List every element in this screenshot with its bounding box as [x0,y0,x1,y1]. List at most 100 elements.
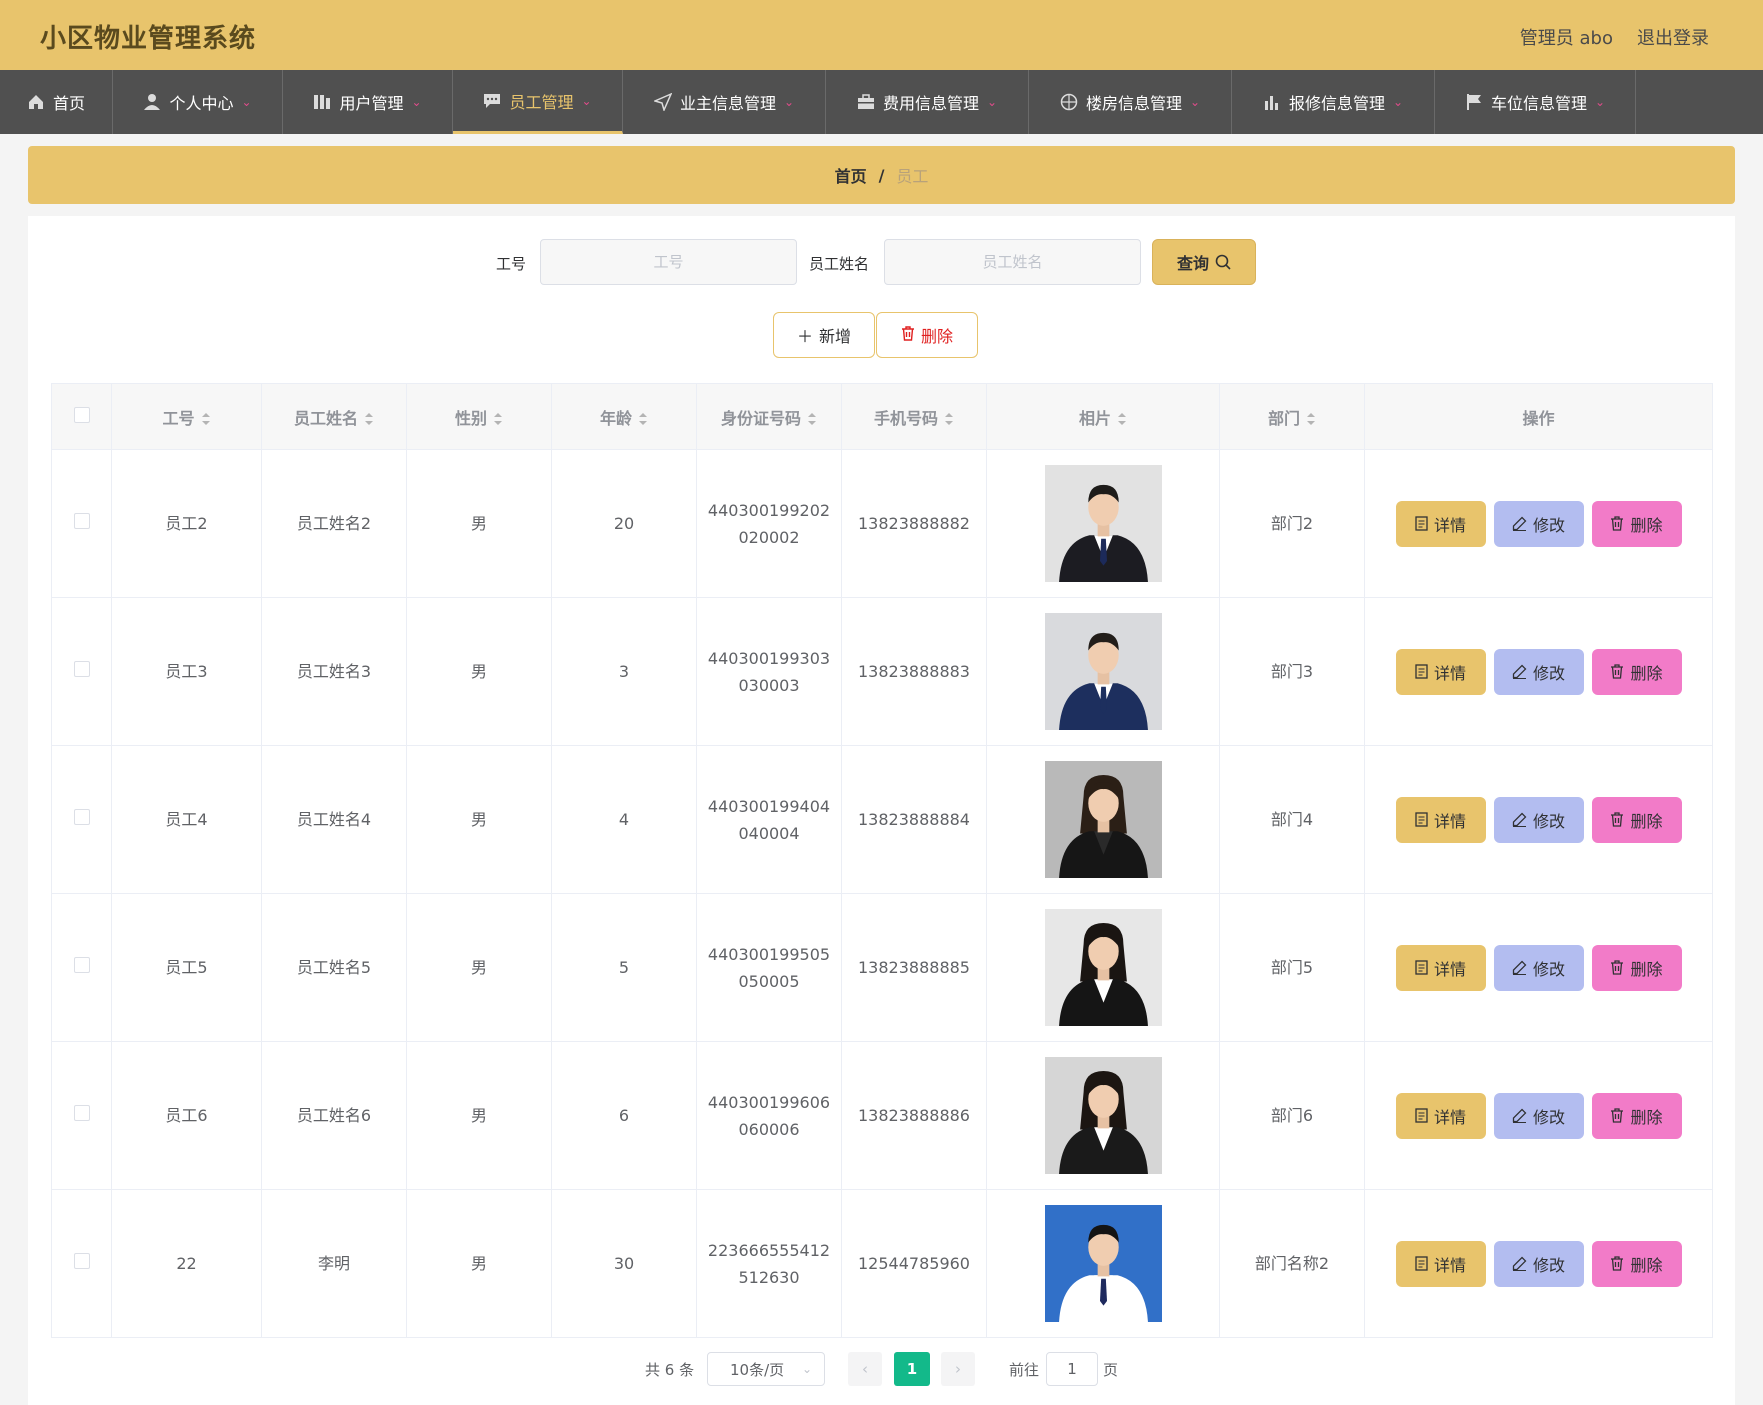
row-delete-button[interactable]: 删除 [1591,1240,1682,1287]
nav-repair-info[interactable]: 报修信息管理 ⌄ [1232,70,1435,134]
edit-button[interactable]: 修改 [1493,500,1584,547]
idcard-value: 440300199303030003 [707,648,831,695]
edit-button[interactable]: 修改 [1493,944,1584,991]
row-delete-button[interactable]: 删除 [1591,1092,1682,1139]
nav-home[interactable]: 首页 [0,70,113,134]
sort-icon[interactable] [1306,411,1316,427]
select-all-checkbox[interactable] [73,406,90,423]
edit-button[interactable]: 修改 [1493,648,1584,695]
nav-owner-info[interactable]: 业主信息管理 ⌄ [623,70,826,134]
row-checkbox[interactable] [73,661,90,677]
employee-name-label: 员工姓名 [809,255,870,273]
column-header[interactable]: 部门 [1219,383,1365,450]
column-header[interactable]: 手机号码 [841,383,987,450]
main-nav: 首页 个人中心 ⌄ 用户管理 ⌄ 员工管理 ⌄ 业主信息管理 ⌄ 费用信息管理 … [0,70,1763,134]
cell-actions: 详情 修改 删除 [1364,1189,1713,1338]
chevron-down-icon: ⌄ [1594,95,1606,109]
row-checkbox[interactable] [73,1253,90,1269]
edit-button[interactable]: 修改 [1493,796,1584,843]
sort-icon[interactable] [638,411,648,427]
nav-personal-center[interactable]: 个人中心 ⌄ [113,70,283,134]
detail-button[interactable]: 详情 [1395,944,1486,991]
batch-delete-button[interactable]: 删除 [876,312,978,358]
logout-link[interactable]: 退出登录 [1637,24,1709,50]
detail-button[interactable]: 详情 [1395,1240,1486,1287]
edit-button[interactable]: 修改 [1493,1092,1584,1139]
nav-user-management[interactable]: 用户管理 ⌄ [283,70,453,134]
detail-button[interactable]: 详情 [1395,500,1486,547]
chevron-down-icon: ⌄ [986,95,998,109]
row-checkbox[interactable] [73,513,90,529]
cell-age: 30 [551,1189,697,1338]
table-row: 员工3 员工姓名3 男 3 440300199303030003 1382388… [51,597,1713,746]
trash-icon [1611,516,1624,531]
cell-gender: 男 [406,1189,552,1338]
row-delete-button[interactable]: 删除 [1591,500,1682,547]
cell-department: 部门4 [1219,745,1365,894]
edit-button-label: 修改 [1532,1255,1565,1275]
cell-employee-name: 员工姓名5 [261,893,407,1042]
breadcrumb-home[interactable]: 首页 [835,163,867,187]
row-checkbox[interactable] [73,1105,90,1121]
employee-photo[interactable] [1044,613,1162,730]
cell-photo [986,597,1220,746]
cell-photo [986,893,1220,1042]
row-delete-button[interactable]: 删除 [1591,796,1682,843]
sort-icon[interactable] [807,411,817,427]
prev-page-button[interactable]: ‹ [848,1352,882,1386]
employee-name-input[interactable] [884,239,1141,285]
edit-icon [1512,812,1527,827]
detail-button[interactable]: 详情 [1395,1092,1486,1139]
column-header[interactable]: 工号 [111,383,262,450]
row-delete-button[interactable]: 删除 [1591,648,1682,695]
column-header[interactable]: 相片 [986,383,1220,450]
query-button[interactable]: 查询 [1152,239,1256,285]
sort-icon[interactable] [493,411,503,427]
detail-button[interactable]: 详情 [1395,796,1486,843]
employee-photo[interactable] [1044,761,1162,878]
document-icon [1415,1256,1428,1271]
nav-employee-management[interactable]: 员工管理 ⌄ [453,70,623,134]
cell-phone: 12544785960 [841,1189,987,1338]
cell-idcard: 440300199404040004 [696,745,842,894]
column-header: 操作 [1364,383,1713,450]
cell-phone: 13823888883 [841,597,987,746]
trash-icon [1611,1108,1624,1123]
edit-button[interactable]: 修改 [1493,1240,1584,1287]
sort-icon[interactable] [944,411,954,427]
cell-phone: 13823888882 [841,449,987,598]
column-header[interactable]: 员工姓名 [261,383,407,450]
row-checkbox[interactable] [73,809,90,825]
goto-page-input[interactable]: 1 [1046,1352,1098,1386]
document-icon [1415,960,1428,975]
goto-label: 前往 [1009,1360,1040,1379]
nav-building-info[interactable]: 楼房信息管理 ⌄ [1029,70,1232,134]
page-size-select[interactable]: 10条/页 ⌄ [707,1352,825,1386]
employee-id-input[interactable] [540,239,797,285]
column-header-label: 操作 [1522,408,1555,428]
sort-icon[interactable] [1117,411,1127,427]
nav-fee-info[interactable]: 费用信息管理 ⌄ [826,70,1029,134]
next-page-button[interactable]: › [941,1352,975,1386]
sort-icon[interactable] [201,411,211,427]
column-header-label: 工号 [162,408,195,428]
page-number-current[interactable]: 1 [894,1352,930,1386]
cell-gender: 男 [406,745,552,894]
column-header-label: 相片 [1078,408,1111,428]
employee-photo[interactable] [1044,1057,1162,1174]
detail-button-label: 详情 [1433,515,1466,535]
employee-photo[interactable] [1044,909,1162,1026]
column-header[interactable]: 性别 [406,383,552,450]
detail-button[interactable]: 详情 [1395,648,1486,695]
nav-parking-info[interactable]: 车位信息管理 ⌄ [1435,70,1636,134]
employee-photo[interactable] [1044,1205,1162,1322]
employee-photo[interactable] [1044,465,1162,582]
add-button[interactable]: ＋ 新增 [773,312,875,358]
cell-department: 部门5 [1219,893,1365,1042]
column-header[interactable]: 身份证号码 [696,383,842,450]
column-header-label: 手机号码 [873,408,938,428]
row-checkbox[interactable] [73,957,90,973]
row-delete-button[interactable]: 删除 [1591,944,1682,991]
sort-icon[interactable] [364,411,374,427]
column-header[interactable]: 年龄 [551,383,697,450]
